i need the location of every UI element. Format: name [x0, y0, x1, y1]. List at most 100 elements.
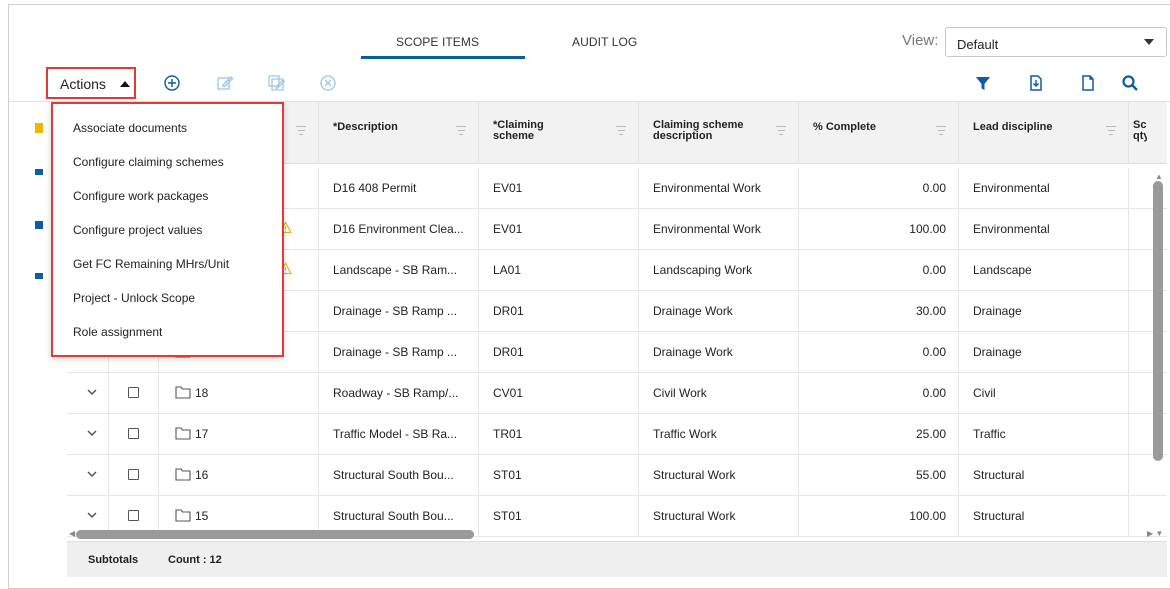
- scroll-left-icon[interactable]: ◀: [69, 529, 75, 538]
- percent-cell: 0.00: [799, 250, 959, 290]
- scheme-cell: ST01: [479, 455, 639, 495]
- col-scheme-description[interactable]: Claiming scheme description: [639, 102, 799, 164]
- row-lead-discipline: Drainage: [973, 304, 1022, 318]
- menu-item-unlock-scope[interactable]: Project - Unlock Scope: [73, 291, 195, 305]
- horizontal-scrollbar[interactable]: [76, 530, 474, 539]
- bulk-edit-icon[interactable]: [267, 73, 287, 93]
- col-scope-qty[interactable]: Sc qty: [1129, 102, 1167, 164]
- tab-scope-items[interactable]: SCOPE ITEMS: [396, 35, 479, 49]
- row-percent-complete: 25.00: [915, 427, 946, 441]
- users-icon[interactable]: [35, 221, 43, 229]
- select-cell[interactable]: [109, 455, 159, 495]
- tab-audit-log[interactable]: AUDIT LOG: [572, 35, 637, 49]
- chevron-down-icon[interactable]: [85, 426, 99, 440]
- col-percent-complete[interactable]: % Complete: [799, 102, 959, 164]
- select-cell[interactable]: [109, 373, 159, 413]
- table-row[interactable]: 17 Traffic Model - SB Ra... TR01 Traffic Wo…: [67, 414, 1167, 455]
- expand-cell[interactable]: [67, 455, 109, 495]
- menu-item-get-fc-remaining[interactable]: Get FC Remaining MHrs/Unit: [73, 257, 229, 271]
- chevron-down-icon[interactable]: [85, 508, 99, 522]
- row-lead-discipline: Structural: [973, 509, 1025, 523]
- chevron-down-icon[interactable]: [85, 385, 99, 399]
- row-scheme: CV01: [493, 386, 524, 400]
- discipline-cell: Structural: [959, 455, 1129, 495]
- app-frame: SCOPE ITEMS AUDIT LOG View: Default Acti…: [8, 4, 1170, 589]
- description-cell: Landscape - SB Ram...: [319, 250, 479, 290]
- scheme-cell: CV01: [479, 373, 639, 413]
- row-scheme: ST01: [493, 509, 522, 523]
- row-description: Structural South Bou...: [333, 468, 454, 482]
- table-row[interactable]: 16 Structural South Bou... ST01 Structural …: [67, 455, 1167, 496]
- select-cell[interactable]: [109, 414, 159, 454]
- percent-cell: 0.00: [799, 168, 959, 208]
- row-scheme: EV01: [493, 181, 523, 195]
- row-id: 16: [195, 468, 209, 482]
- count-label: Count : 12: [168, 554, 222, 566]
- percent-cell: 100.00: [799, 496, 959, 536]
- row-scheme-description: Environmental Work: [653, 222, 761, 236]
- menu-item-associate-documents[interactable]: Associate documents: [73, 121, 187, 135]
- filter-icon[interactable]: [973, 73, 993, 93]
- scheme-description-cell: Environmental Work: [639, 209, 799, 249]
- filter-lines-icon[interactable]: [296, 126, 306, 138]
- discipline-cell: Structural: [959, 496, 1129, 536]
- filter-lines-icon[interactable]: [776, 126, 786, 138]
- subtotals-label: Subtotals: [88, 554, 139, 566]
- scroll-right-icon[interactable]: ▶ ▼: [1147, 529, 1163, 538]
- col-claiming-scheme[interactable]: *Claiming scheme: [479, 102, 639, 164]
- hierarchy-icon[interactable]: [35, 273, 43, 279]
- menu-item-role-assignment[interactable]: Role assignment: [73, 325, 162, 339]
- expand-cell[interactable]: [67, 373, 109, 413]
- percent-cell: 55.00: [799, 455, 959, 495]
- add-icon[interactable]: [162, 73, 182, 93]
- description-cell: Roadway - SB Ramp/...: [319, 373, 479, 413]
- row-id: 15: [195, 509, 209, 523]
- scheme-cell: EV01: [479, 209, 639, 249]
- menu-item-configure-project-values[interactable]: Configure project values: [73, 223, 202, 237]
- table-row[interactable]: 18 Roadway - SB Ramp/... CV01 Civil Work 0.0…: [67, 373, 1167, 414]
- discipline-cell: Landscape: [959, 250, 1129, 290]
- description-cell: D16 Environment Clea...: [319, 209, 479, 249]
- row-checkbox[interactable]: [128, 428, 139, 439]
- actions-button[interactable]: Actions: [46, 67, 136, 99]
- scroll-up-icon[interactable]: ▲: [1155, 172, 1163, 181]
- row-scheme: TR01: [493, 427, 523, 441]
- expand-cell[interactable]: [67, 414, 109, 454]
- description-cell: D16 408 Permit: [319, 168, 479, 208]
- row-checkbox[interactable]: [128, 469, 139, 480]
- scheme-description-cell: Drainage Work: [639, 291, 799, 331]
- row-description: Landscape - SB Ram...: [333, 263, 458, 277]
- filter-lines-icon[interactable]: [616, 126, 626, 138]
- folder-icon[interactable]: [35, 123, 43, 133]
- menu-item-configure-work-packages[interactable]: Configure work packages: [73, 189, 208, 203]
- view-select-value: Default: [957, 37, 999, 52]
- delete-icon[interactable]: [318, 73, 338, 93]
- row-percent-complete: 0.00: [922, 345, 946, 359]
- filter-lines-icon[interactable]: [1106, 126, 1116, 138]
- search-icon[interactable]: [1120, 73, 1140, 93]
- active-tab-indicator: [361, 56, 525, 59]
- row-scheme: ST01: [493, 468, 522, 482]
- user-icon[interactable]: [35, 169, 43, 175]
- row-percent-complete: 55.00: [915, 468, 946, 482]
- edit-icon[interactable]: [215, 73, 235, 93]
- import-icon[interactable]: [1078, 73, 1098, 93]
- percent-cell: 30.00: [799, 291, 959, 331]
- col-lead-discipline[interactable]: Lead discipline: [959, 102, 1129, 164]
- actions-menu: Associate documents Configure claiming s…: [51, 102, 284, 357]
- row-lead-discipline: Drainage: [973, 345, 1022, 359]
- filter-lines-icon[interactable]: [936, 126, 946, 138]
- row-checkbox[interactable]: [128, 510, 139, 521]
- id-cell: 16: [159, 455, 319, 495]
- row-scheme: DR01: [493, 345, 524, 359]
- row-lead-discipline: Environmental: [973, 222, 1050, 236]
- view-select[interactable]: Default: [945, 27, 1167, 57]
- menu-item-configure-claiming-schemes[interactable]: Configure claiming schemes: [73, 155, 224, 169]
- col-description[interactable]: *Description: [319, 102, 479, 164]
- chevron-down-icon[interactable]: [85, 467, 99, 481]
- filter-lines-icon[interactable]: [456, 126, 466, 138]
- row-checkbox[interactable]: [128, 387, 139, 398]
- percent-cell: 0.00: [799, 373, 959, 413]
- vertical-scrollbar[interactable]: [1153, 181, 1163, 461]
- export-icon[interactable]: [1026, 73, 1046, 93]
